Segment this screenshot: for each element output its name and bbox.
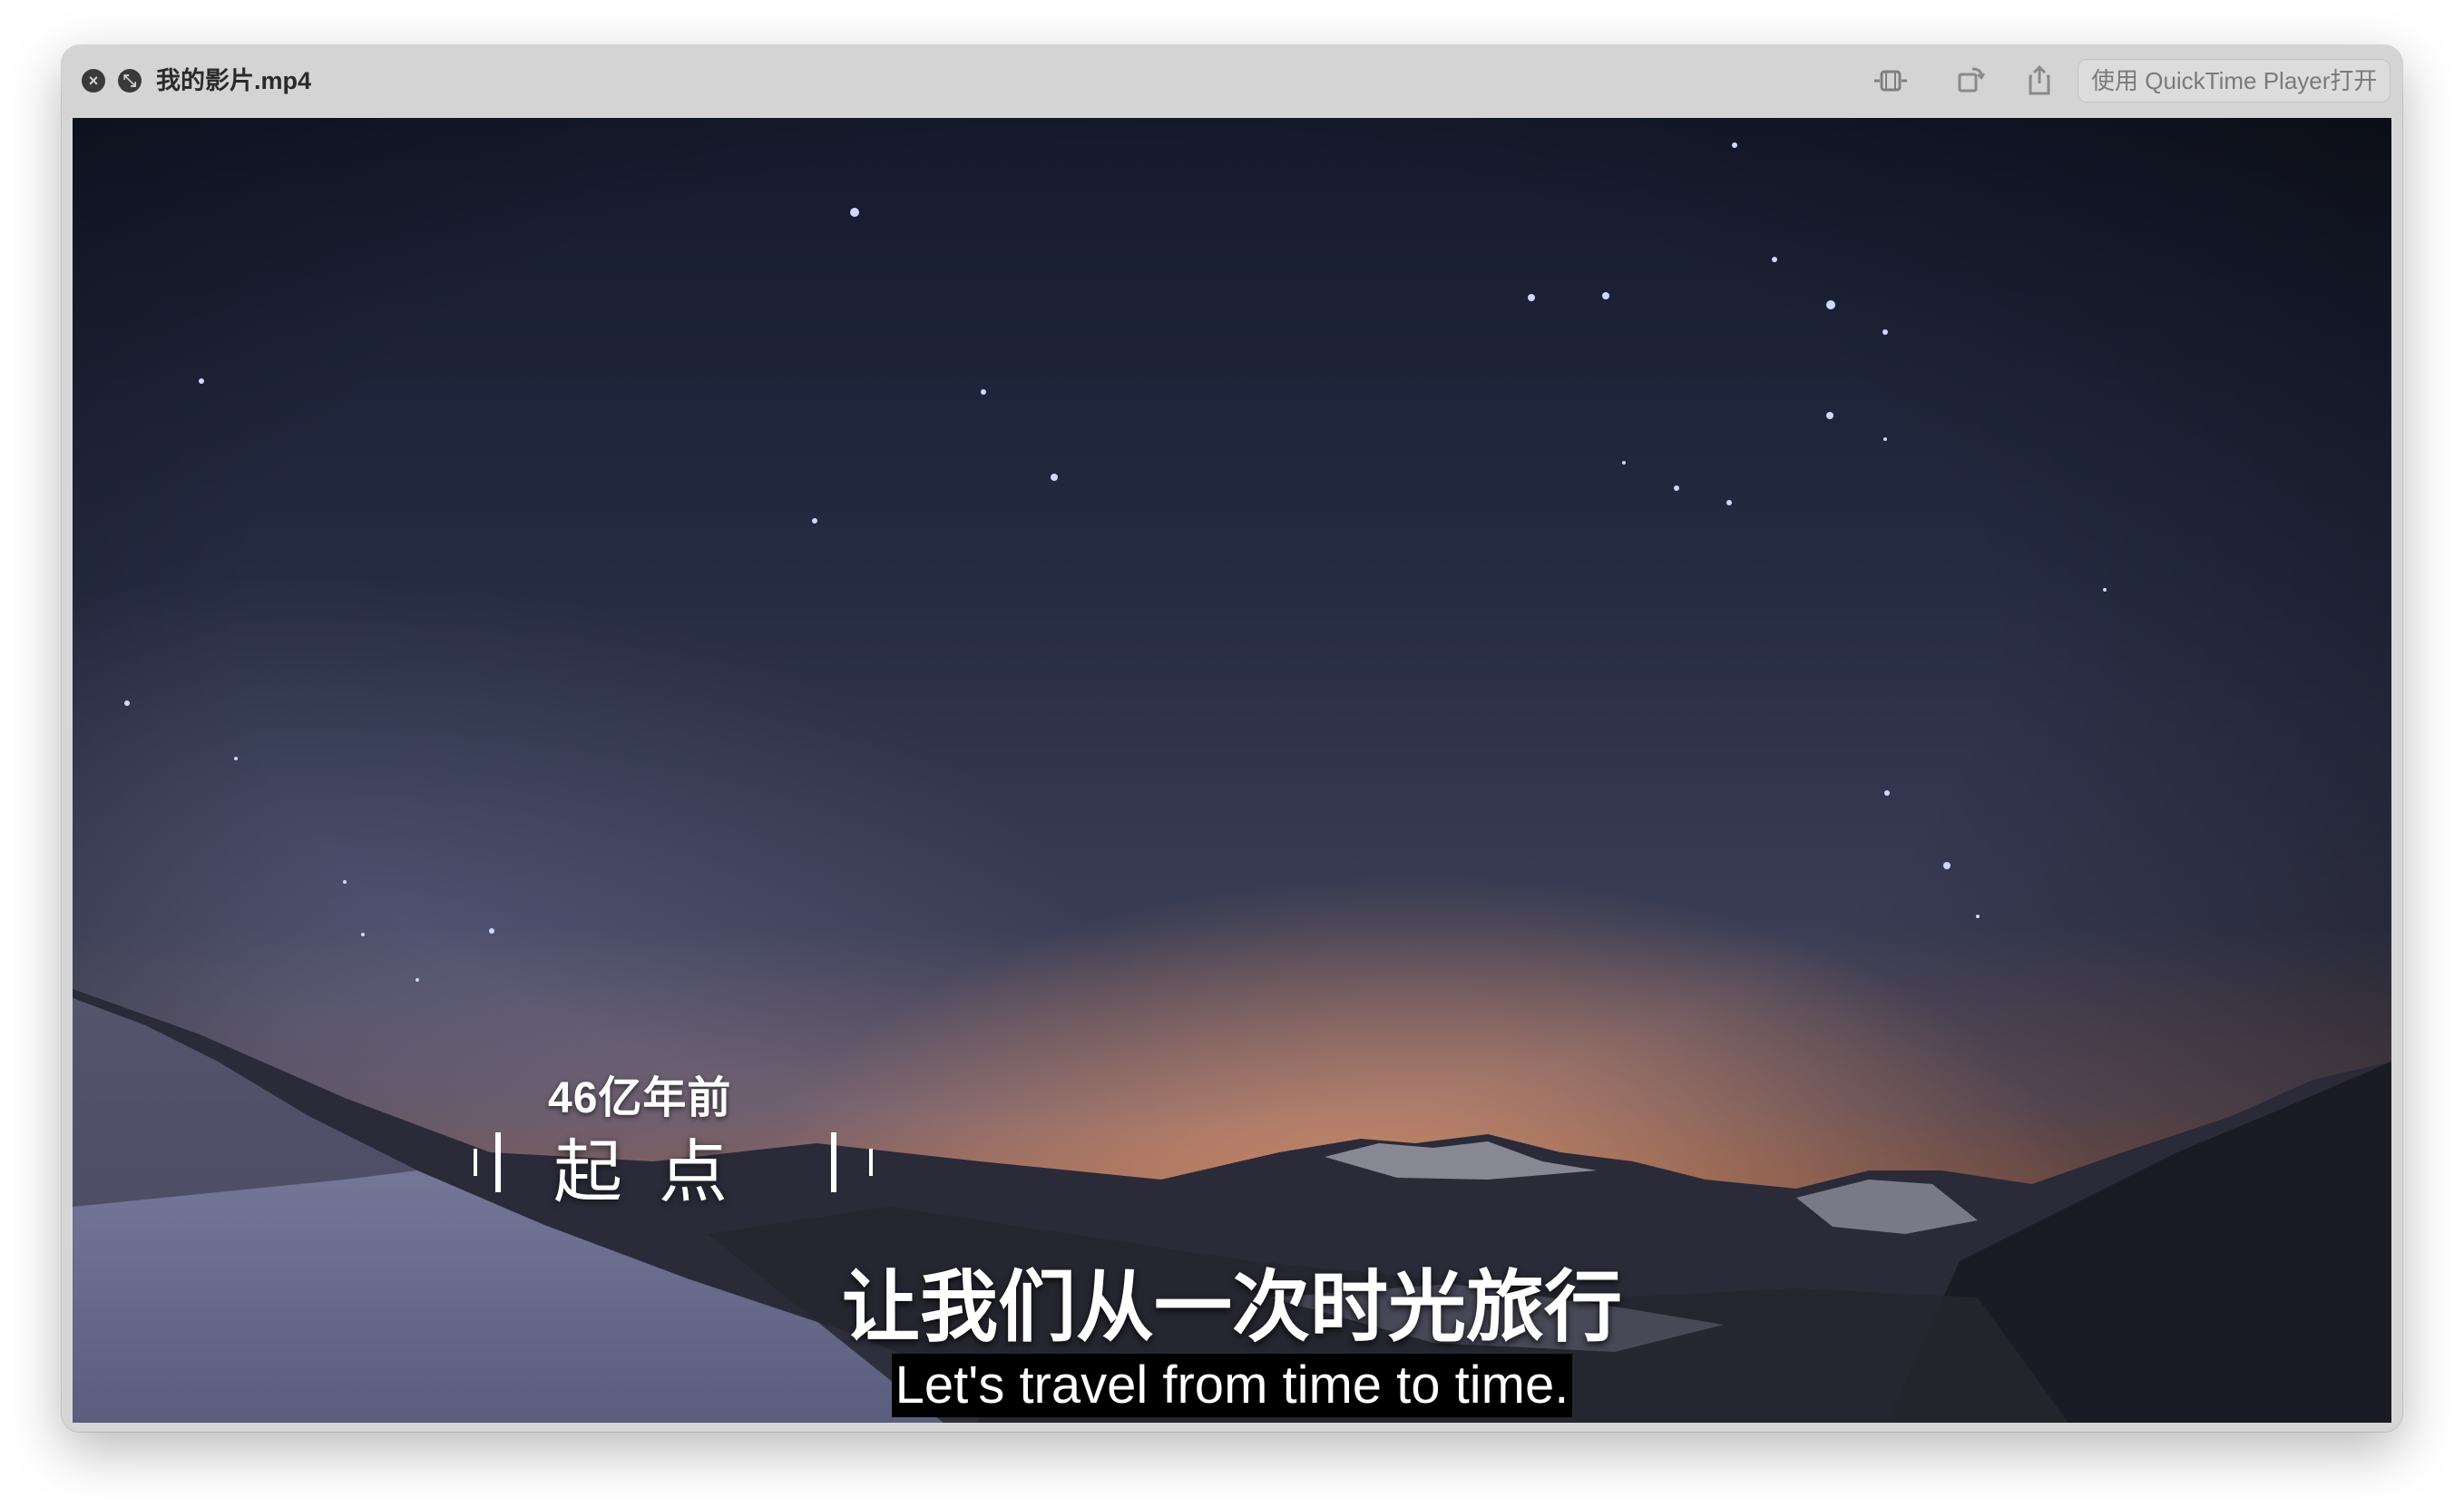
decor-bar: [869, 1149, 873, 1176]
video-player[interactable]: 46亿年前 起点 让我们从一次时光旅行 Let's travel from ti…: [73, 118, 2391, 1423]
subtitle-english: Let's travel from time to time.: [891, 1354, 1573, 1417]
minimize-icon[interactable]: ⤡: [118, 69, 142, 93]
share-icon[interactable]: [2019, 64, 2059, 98]
chapter-name: 起点: [553, 1131, 764, 1212]
trim-icon[interactable]: [1871, 64, 1911, 98]
close-icon[interactable]: ×: [82, 69, 105, 93]
decor-bar: [474, 1149, 477, 1176]
subtitle-english-wrap: Let's travel from time to time.: [73, 1354, 2391, 1417]
window-title: 我的影片.mp4: [156, 67, 312, 94]
decor-bar: [831, 1132, 836, 1192]
title-bar: × ⤡ 我的影片.mp4 使用 QuickTime Player打开: [62, 45, 2402, 116]
decor-bar: [495, 1132, 501, 1192]
subtitle-chinese: 让我们从一次时光旅行: [842, 1264, 1622, 1351]
quicklook-window: × ⤡ 我的影片.mp4 使用 QuickTime Player打开 46亿年前…: [62, 45, 2402, 1432]
open-with-quicktime-button[interactable]: 使用 QuickTime Player打开: [2078, 59, 2391, 103]
video-frame: [73, 118, 2391, 1423]
rotate-icon[interactable]: [1951, 64, 1990, 98]
